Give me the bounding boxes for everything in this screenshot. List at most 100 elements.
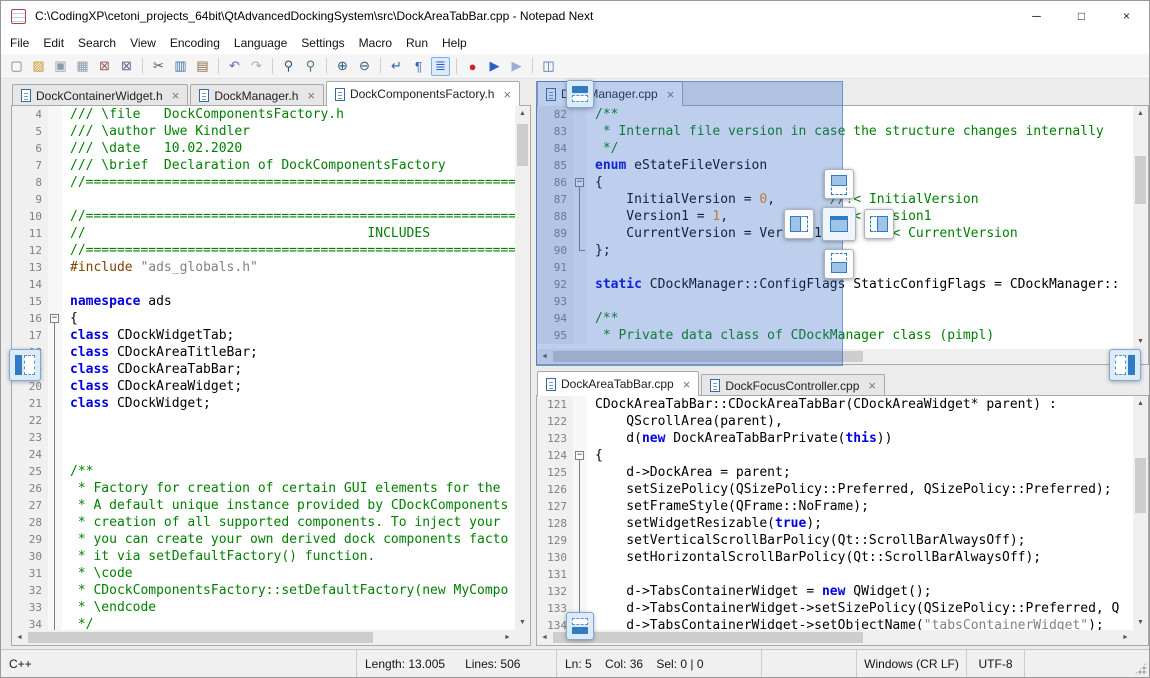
code-text[interactable]: d(new DockAreaTabBarPrivate(this)) [587,430,892,447]
minimize-button[interactable]: ─ [1014,1,1059,31]
find-icon[interactable]: ⚲ [279,57,298,76]
code-text[interactable]: * \code [62,565,133,582]
code-text[interactable]: //======================================… [62,242,515,259]
menu-run[interactable]: Run [399,33,435,53]
code-text[interactable]: QScrollArea(parent), [587,413,783,430]
run-macro-multiple-icon[interactable]: ▶ [507,57,526,76]
zoom-in-icon[interactable]: ⊕ [333,57,352,76]
code-text[interactable] [62,412,70,429]
maximize-button[interactable]: □ [1059,1,1104,31]
code-text[interactable]: * Factory for creation of certain GUI el… [62,480,500,497]
code-text[interactable]: CDockAreaTabBar::CDockAreaTabBar(CDockAr… [587,396,1057,413]
autohide-drop-indicator-left[interactable] [9,349,41,381]
code-editor[interactable]: 4/// \file DockComponentsFactory.h5/// \… [11,105,531,646]
scroll-left-icon[interactable]: ◄ [537,630,552,645]
tab-close-icon[interactable]: × [172,89,180,102]
code-text[interactable]: class CDockAreaWidget; [62,378,242,395]
close-all-icon[interactable]: ⊠ [117,57,136,76]
tab-close-icon[interactable]: × [868,379,876,392]
code-text[interactable]: setSizePolicy(QSizePolicy::Preferred, QS… [587,481,1112,498]
vertical-scrollbar-thumb[interactable] [517,124,528,166]
menu-language[interactable]: Language [227,33,294,53]
menu-encoding[interactable]: Encoding [163,33,227,53]
code-text[interactable]: /** [62,463,93,480]
autohide-drop-indicator-top[interactable] [566,80,594,108]
drop-indicator-top[interactable] [824,169,854,199]
code-text[interactable]: class CDockAreaTitleBar; [62,344,258,361]
horizontal-scrollbar[interactable]: ◄ ► [12,630,515,645]
code-text[interactable]: /// \author Uwe Kindler [62,123,250,140]
drop-indicator-center[interactable] [822,207,856,241]
code-text[interactable] [62,276,70,293]
code-text[interactable]: setVerticalScrollBarPolicy(Qt::ScrollBar… [587,532,1025,549]
tab-close-icon[interactable]: × [307,89,315,102]
menu-edit[interactable]: Edit [36,33,71,53]
cut-icon[interactable]: ✂ [149,57,168,76]
menu-view[interactable]: View [123,33,163,53]
record-macro-icon[interactable]: ● [463,57,482,76]
tab-close-icon[interactable]: × [503,88,511,101]
play-macro-icon[interactable]: ▶ [485,57,504,76]
close-button[interactable]: × [1104,1,1149,31]
tab-dockmanager-h[interactable]: DockManager.h× [190,84,324,106]
scroll-down-icon[interactable]: ▼ [1133,615,1148,630]
code-text[interactable]: //======================================… [62,208,515,225]
open-file-icon[interactable]: ▨ [29,57,48,76]
code-text[interactable]: setHorizontalScrollBarPolicy(Qt::ScrollB… [587,549,1041,566]
code-text[interactable]: { [62,310,78,327]
drop-indicator-bottom[interactable] [824,249,854,279]
scroll-right-icon[interactable]: ► [1118,630,1133,645]
code-text[interactable]: namespace ads [62,293,172,310]
code-text[interactable]: //======================================… [62,174,515,191]
code-text[interactable]: d->TabsContainerWidget->setSizePolicy(QS… [587,600,1119,617]
scroll-down-icon[interactable]: ▼ [1133,334,1148,349]
menu-file[interactable]: File [3,33,36,53]
undo-icon[interactable]: ↶ [225,57,244,76]
code-editor[interactable]: 121CDockAreaTabBar::CDockAreaTabBar(CDoc… [536,395,1149,646]
save-file-icon[interactable]: ▣ [51,57,70,76]
code-text[interactable] [62,429,70,446]
code-text[interactable]: // INCLUDES [62,225,430,242]
code-text[interactable]: setFrameStyle(QFrame::NoFrame); [587,498,869,515]
code-text[interactable]: class CDockWidgetTab; [62,327,234,344]
copy-icon[interactable]: ▥ [171,57,190,76]
code-text[interactable]: * it via setDefaultFactory() function. [62,548,375,565]
code-text[interactable]: * CDockComponentsFactory::setDefaultFact… [62,582,508,599]
drop-indicator-right[interactable] [864,209,894,239]
scroll-up-icon[interactable]: ▲ [515,106,530,121]
menu-search[interactable]: Search [71,33,123,53]
scroll-down-icon[interactable]: ▼ [515,615,530,630]
save-all-icon[interactable]: ▦ [73,57,92,76]
autohide-drop-indicator-right[interactable] [1109,349,1141,381]
tab-dockfocuscontroller-cpp[interactable]: DockFocusController.cpp× [701,374,885,396]
vertical-scrollbar[interactable]: ▲ ▼ [1133,396,1148,630]
menu-macro[interactable]: Macro [352,33,399,53]
word-wrap-icon[interactable]: ↵ [387,57,406,76]
vertical-scrollbar-thumb[interactable] [1135,156,1146,204]
replace-icon[interactable]: ⚲ [301,57,320,76]
redo-icon[interactable]: ↷ [247,57,266,76]
vertical-scrollbar[interactable]: ▲ ▼ [515,106,530,630]
code-text[interactable] [62,446,70,463]
autohide-drop-indicator-bottom[interactable] [566,612,594,640]
resize-grip[interactable] [1134,662,1147,675]
horizontal-scrollbar-thumb[interactable] [553,632,863,643]
scroll-left-icon[interactable]: ◄ [12,630,27,645]
code-area[interactable]: 121CDockAreaTabBar::CDockAreaTabBar(CDoc… [537,396,1133,645]
code-text[interactable] [62,191,70,208]
show-all-characters-icon[interactable]: ¶ [409,57,428,76]
vertical-scrollbar[interactable]: ▲ ▼ [1133,106,1148,349]
code-text[interactable]: class CDockAreaTabBar; [62,361,242,378]
status-encoding[interactable]: UTF-8 [966,650,1024,677]
new-file-icon[interactable]: ▢ [7,57,26,76]
tab-dockcomponentsfactory-h[interactable]: DockComponentsFactory.h× [326,81,520,106]
window-layout-icon[interactable]: ◫ [539,57,558,76]
menu-settings[interactable]: Settings [294,33,351,53]
vertical-scrollbar-thumb[interactable] [1135,458,1146,513]
code-text[interactable]: { [587,447,603,464]
code-text[interactable]: /// \brief Declaration of DockComponents… [62,157,446,174]
menu-help[interactable]: Help [435,33,474,53]
status-eol-format[interactable]: Windows (CR LF) [856,650,966,677]
code-text[interactable]: #include "ads_globals.h" [62,259,258,276]
code-text[interactable]: /// \date 10.02.2020 [62,140,242,157]
